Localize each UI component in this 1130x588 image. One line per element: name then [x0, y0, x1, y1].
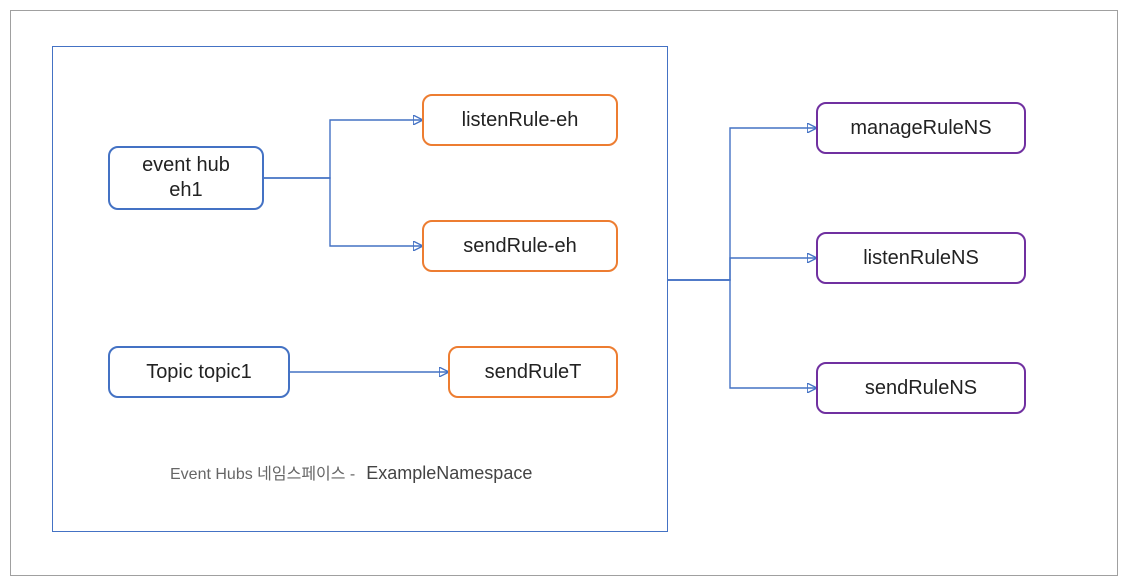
node-event-hub: event hub eh1 — [108, 146, 264, 210]
namespace-caption-name: ExampleNamespace — [366, 463, 532, 483]
node-manage-rule-ns: manageRuleNS — [816, 102, 1026, 154]
node-send-rule-eh: sendRule-eh — [422, 220, 618, 272]
namespace-caption: Event Hubs 네임스페이스 - ExampleNamespace — [170, 460, 532, 484]
node-listen-rule-eh: listenRule-eh — [422, 94, 618, 146]
namespace-caption-lead: Event Hubs 네임스페이스 - — [170, 466, 355, 483]
node-send-rule-t: sendRuleT — [448, 346, 618, 398]
node-listen-rule-ns: listenRuleNS — [816, 232, 1026, 284]
node-topic: Topic topic1 — [108, 346, 290, 398]
node-send-rule-ns: sendRuleNS — [816, 362, 1026, 414]
diagram-canvas: event hub eh1 Topic topic1 listenRule-eh… — [0, 0, 1130, 588]
